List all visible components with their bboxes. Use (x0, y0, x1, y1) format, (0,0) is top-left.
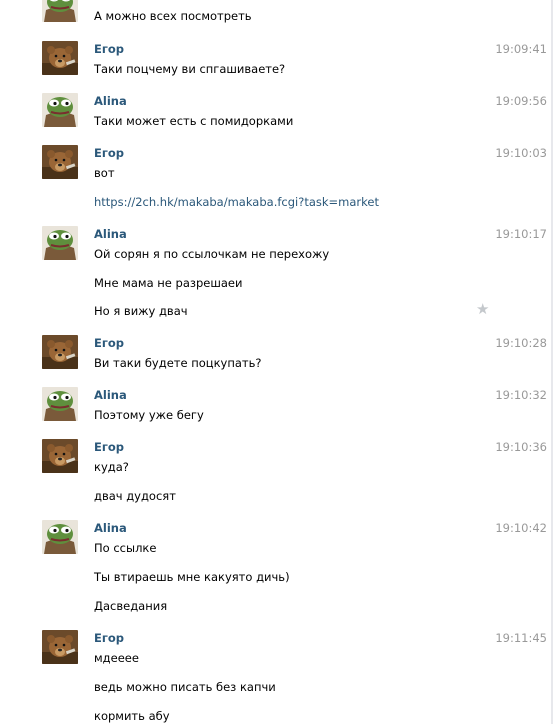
message-text: Поэтому уже бегу (94, 408, 204, 422)
star-icon[interactable]: ★ (476, 302, 489, 317)
message-text: Таки поцчему ви спгашиваете? (94, 62, 286, 76)
message-text: Ой сорян я по ссылочкам не перехожу (94, 247, 330, 261)
message-text: двач дудосят (94, 489, 176, 503)
message-text: Но я вижу двач (94, 304, 188, 318)
author-name[interactable]: Alina (94, 94, 127, 108)
message-time[interactable]: 19:11:45 (495, 631, 547, 645)
message-time[interactable]: 19:10:03 (495, 146, 547, 160)
message-text: Таки может есть с помидорками (94, 114, 294, 128)
message-time[interactable]: 19:10:17 (495, 227, 547, 241)
message-time[interactable]: 19:10:42 (495, 521, 547, 535)
avatar-pepe[interactable] (42, 387, 78, 421)
author-name[interactable]: Егор (94, 336, 124, 350)
message-time[interactable]: 19:09:56 (495, 94, 547, 108)
message-text: ведь можно писать без капчи (94, 680, 276, 694)
message-text: Дасведания (94, 599, 168, 613)
avatar-bear[interactable] (42, 630, 78, 664)
message-text: А можно всех посмотреть (94, 9, 252, 23)
avatar-pepe[interactable] (42, 226, 78, 260)
author-name[interactable]: Егор (94, 440, 124, 454)
avatar-bear[interactable] (42, 145, 78, 179)
message-text: мдееее (94, 651, 139, 665)
message-text: Ви таки будете поцкупать? (94, 356, 262, 370)
avatar-bear[interactable] (42, 335, 78, 369)
chat-history: А можно всех посмотреть Егор 19:09:41 Та… (0, 0, 553, 724)
avatar-pepe[interactable] (42, 93, 78, 127)
author-name[interactable]: Alina (94, 388, 127, 402)
author-name[interactable]: Alina (94, 521, 127, 535)
message-time[interactable]: 19:10:32 (495, 388, 547, 402)
avatar-pepe[interactable] (42, 0, 78, 22)
author-name[interactable]: Егор (94, 146, 124, 160)
message-time[interactable]: 19:10:28 (495, 336, 547, 350)
message-text: куда? (94, 460, 129, 474)
avatar-bear[interactable] (42, 439, 78, 473)
message-text: Ты втираешь мне какуято дичь) (94, 570, 290, 584)
message-text: кормить абу (94, 709, 170, 723)
message-time[interactable]: 19:09:41 (495, 42, 547, 56)
message-time[interactable]: 19:10:36 (495, 440, 547, 454)
avatar-bear[interactable] (42, 41, 78, 75)
author-name[interactable]: Егор (94, 42, 124, 56)
message-text: По ссылке (94, 541, 157, 555)
author-name[interactable]: Alina (94, 227, 127, 241)
message-text: вот (94, 166, 115, 180)
avatar-pepe[interactable] (42, 520, 78, 554)
author-name[interactable]: Егор (94, 631, 124, 645)
message-text: Мне мама не разрешаеи (94, 276, 243, 290)
message-link[interactable]: https://2ch.hk/makaba/makaba.fcgi?task=m… (94, 195, 379, 209)
